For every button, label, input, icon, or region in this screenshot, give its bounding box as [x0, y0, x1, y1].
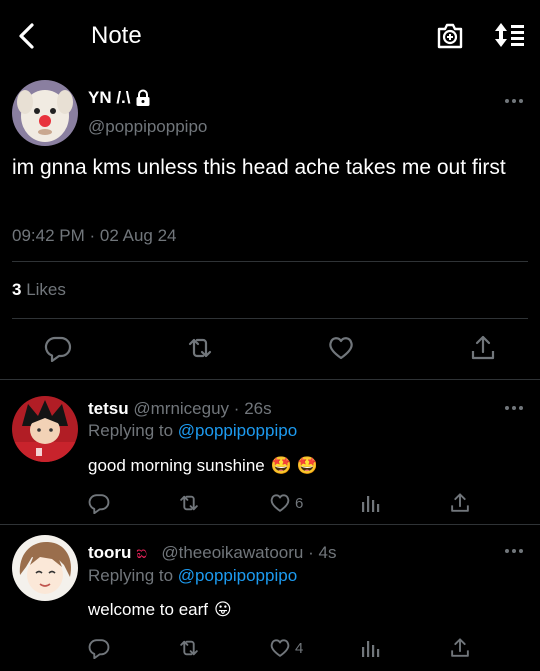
reply-display-name[interactable]: tooru [88, 543, 131, 562]
star-struck-emoji-icon: 🤩 🤩 [270, 456, 318, 475]
reply-age: 26s [244, 399, 272, 418]
analytics-icon[interactable] [359, 492, 381, 514]
reply-header: tooru ಐ @theeoikawatooru · 4s [88, 543, 336, 563]
tongue-emoji-icon: 😛 [214, 600, 232, 619]
avatar[interactable] [12, 80, 78, 146]
more-options-icon[interactable] [503, 97, 525, 105]
likes-label: Likes [26, 280, 66, 299]
like-icon[interactable] [327, 334, 355, 362]
name-emoji: ಐ [136, 543, 148, 562]
share-icon[interactable] [469, 334, 497, 362]
retweet-icon[interactable] [178, 492, 200, 514]
retweet-icon[interactable] [178, 637, 200, 659]
analytics-icon[interactable] [359, 637, 381, 659]
display-name-text: YN /.\ [88, 88, 131, 107]
tweet-date: 02 Aug 24 [99, 226, 177, 245]
reply-handle[interactable]: @mrniceguy [133, 399, 229, 418]
avatar[interactable] [12, 396, 78, 462]
retweet-icon[interactable] [186, 334, 214, 362]
like-count: 4 [295, 640, 304, 657]
likes-stat[interactable]: 3 Likes [12, 280, 66, 300]
avatar[interactable] [12, 535, 78, 601]
replying-label: Replying to [88, 421, 174, 440]
reply-text-content: good morning sunshine [88, 456, 265, 475]
reply-header: tetsu @mrniceguy · 26s [88, 399, 272, 419]
separator: · [308, 543, 314, 562]
tweet-time: 09:42 PM [12, 226, 85, 245]
divider [0, 524, 540, 525]
share-icon[interactable] [449, 637, 471, 659]
reply-icon[interactable] [88, 492, 110, 514]
reply-display-name[interactable]: tetsu [88, 399, 129, 418]
reply-text-content: welcome to earf [88, 600, 208, 619]
like-icon[interactable] [269, 492, 291, 514]
reply-handle[interactable]: @theeoikawatooru [161, 543, 303, 562]
replying-to-link[interactable]: @poppipoppipo [178, 421, 297, 440]
reply-icon[interactable] [44, 334, 72, 362]
page-title: Note [91, 22, 142, 49]
separator: · [89, 226, 96, 245]
more-options-icon[interactable] [503, 404, 525, 412]
back-icon[interactable] [14, 20, 42, 52]
top-bar: Note [0, 0, 540, 72]
tweet-timestamp: 09:42 PM · 02 Aug 24 [12, 226, 176, 246]
like-count: 6 [295, 495, 304, 512]
divider [12, 261, 528, 262]
display-name[interactable]: YN /.\ [88, 88, 151, 108]
reply-text: welcome to earf 😛 [88, 600, 232, 620]
like-icon[interactable] [269, 637, 291, 659]
share-icon[interactable] [449, 492, 471, 514]
camera-icon[interactable] [436, 20, 464, 50]
tweet-text: im gnna kms unless this head ache takes … [12, 156, 506, 179]
reply-text: good morning sunshine 🤩 🤩 [88, 456, 318, 476]
likes-count: 3 [12, 280, 22, 299]
separator: · [233, 399, 240, 418]
replying-to: Replying to @poppipoppipo [88, 421, 297, 441]
replying-label: Replying to [88, 566, 174, 585]
reply-age: 4s [318, 543, 337, 562]
replying-to-link[interactable]: @poppipoppipo [178, 566, 297, 585]
handle[interactable]: @poppipoppipo [88, 117, 207, 137]
reply-icon[interactable] [88, 637, 110, 659]
divider [12, 318, 528, 319]
replying-to: Replying to @poppipoppipo [88, 566, 297, 586]
sort-icon[interactable] [492, 20, 528, 50]
divider [0, 379, 540, 380]
more-options-icon[interactable] [503, 547, 525, 555]
lock-icon [135, 89, 151, 107]
